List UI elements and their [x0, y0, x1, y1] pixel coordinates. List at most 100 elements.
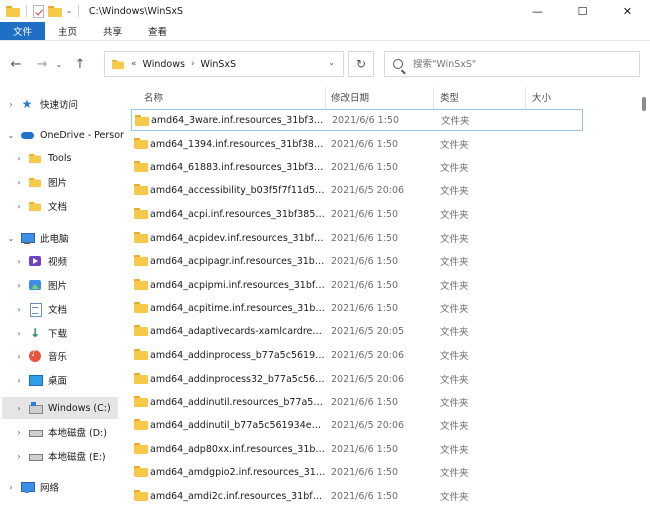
sidebar-item-label: 桌面	[48, 376, 68, 387]
overflow-crumb[interactable]: «	[131, 59, 137, 69]
address-dropdown-button[interactable]: ⌄	[328, 58, 335, 67]
table-row[interactable]: amd64_acpipmi.inf.resources_31bf38... 20…	[131, 274, 583, 296]
sidebar-item-quick-access[interactable]: › 快速访问	[0, 93, 125, 115]
table-row[interactable]: amd64_acpitime.inf.resources_31bf38... 2…	[131, 297, 583, 319]
close-button[interactable]: ✕	[605, 0, 650, 22]
folder-icon	[134, 373, 148, 384]
minimize-button[interactable]: —	[515, 0, 560, 22]
chevron-right-icon[interactable]: ›	[14, 178, 24, 187]
table-row[interactable]: amd64_addinprocess_b77a5c561934... 2021/…	[131, 344, 583, 366]
sidebar-item-label: 图片	[48, 178, 68, 189]
tab-share[interactable]: 共享	[90, 22, 135, 40]
search-icon	[393, 59, 403, 69]
search-box[interactable]	[384, 51, 640, 77]
address-bar[interactable]: « Windows › WinSxS ⌄	[104, 51, 344, 77]
column-header-type[interactable]: 类型	[440, 87, 459, 107]
sidebar-item-downloads[interactable]: › 下载	[0, 322, 125, 344]
chevron-right-icon[interactable]: ›	[14, 352, 24, 361]
column-header-name[interactable]: 名称	[144, 87, 163, 107]
table-row[interactable]: amd64_accessibility_b03f5f7f11d50a3... 2…	[131, 179, 583, 201]
chevron-right-icon[interactable]: ›	[191, 59, 195, 69]
sidebar-item-tools[interactable]: › Tools	[0, 147, 125, 169]
table-row[interactable]: amd64_amdgpio2.inf.resources_31bf... 202…	[131, 461, 583, 483]
chevron-right-icon[interactable]: ›	[14, 305, 24, 314]
sidebar-item-onedrive-documents[interactable]: › 文档	[0, 195, 125, 217]
table-row[interactable]: amd64_61883.inf.resources_31bf3856... 20…	[131, 156, 583, 178]
recent-locations-button[interactable]: ⌄	[53, 53, 65, 75]
table-row[interactable]: amd64_1394.inf.resources_31bf3856a... 20…	[131, 133, 583, 155]
new-folder-icon[interactable]	[48, 5, 62, 17]
table-row[interactable]: amd64_amdi2c.inf.resources_31bf385... 20…	[131, 485, 583, 505]
chevron-right-icon[interactable]: ›	[14, 154, 24, 163]
vertical-scrollbar[interactable]	[642, 97, 646, 111]
tab-view[interactable]: 查看	[135, 22, 180, 40]
sidebar-item-label: Tools	[48, 152, 72, 164]
up-button[interactable]: ↑	[69, 53, 91, 75]
tab-home[interactable]: 主页	[45, 22, 90, 40]
file-name: amd64_1394.inf.resources_31bf3856a...	[150, 138, 326, 150]
file-type: 文件夹	[440, 492, 469, 503]
chevron-right-icon[interactable]: ›	[14, 376, 24, 385]
file-type: 文件夹	[440, 351, 469, 362]
column-header-date[interactable]: 修改日期	[331, 87, 369, 107]
sidebar-item-documents[interactable]: › 文档	[0, 298, 125, 320]
sidebar-item-desktop[interactable]: › 桌面	[0, 369, 125, 391]
sidebar-item-label: 本地磁盘 (E:)	[48, 452, 106, 463]
table-row[interactable]: amd64_addinprocess32_b77a5c5619... 2021/…	[131, 368, 583, 390]
chevron-right-icon[interactable]: ›	[14, 257, 24, 266]
downloads-icon	[28, 327, 42, 339]
chevron-right-icon[interactable]: ›	[6, 483, 16, 492]
refresh-button[interactable]: ↻	[348, 51, 374, 77]
file-name: amd64_amdi2c.inf.resources_31bf385...	[150, 490, 326, 502]
table-row[interactable]: amd64_adaptivecards-xamlcardrend... 2021…	[131, 320, 583, 342]
chevron-right-icon[interactable]: ›	[14, 202, 24, 211]
back-button[interactable]: ←	[5, 53, 27, 75]
chevron-down-icon[interactable]: ⌄	[6, 234, 16, 243]
column-divider[interactable]	[433, 87, 434, 109]
sidebar-item-windows-c[interactable]: › Windows (C:)	[2, 397, 118, 419]
sidebar-item-onedrive[interactable]: ⌄ OneDrive - Persor	[0, 124, 125, 146]
table-row[interactable]: amd64_3ware.inf.resources_31bf3856... 20…	[131, 109, 583, 131]
search-input[interactable]	[413, 58, 613, 70]
folder-icon	[134, 490, 148, 501]
tab-file[interactable]: 文件	[0, 22, 46, 40]
table-row[interactable]: amd64_addinutil_b77a5c561934e089_... 202…	[131, 414, 583, 436]
chevron-down-icon[interactable]: ⌄	[6, 131, 16, 140]
chevron-right-icon[interactable]: ›	[14, 428, 24, 437]
column-divider[interactable]	[325, 87, 326, 109]
chevron-right-icon[interactable]: ›	[14, 404, 24, 413]
table-row[interactable]: amd64_adp80xx.inf.resources_31bf38... 20…	[131, 438, 583, 460]
folder-icon	[134, 396, 148, 407]
window-controls: — ☐ ✕	[515, 0, 650, 22]
chevron-right-icon[interactable]: ›	[14, 329, 24, 338]
table-row[interactable]: amd64_acpipagr.inf.resources_31bf3... 20…	[131, 250, 583, 272]
sidebar-item-this-pc[interactable]: ⌄ 此电脑	[0, 227, 125, 249]
videos-icon	[28, 255, 42, 267]
file-name: amd64_addinprocess_b77a5c561934...	[150, 349, 326, 361]
sidebar-item-network[interactable]: › 网络	[0, 476, 125, 498]
forward-button[interactable]: →	[31, 53, 53, 75]
table-row[interactable]: amd64_acpidev.inf.resources_31bf38... 20…	[131, 227, 583, 249]
sidebar-item-disk-e[interactable]: › 本地磁盘 (E:)	[0, 445, 125, 467]
file-type: 文件夹	[440, 140, 469, 151]
customize-toolbar-icon[interactable]: ⌄	[66, 7, 72, 15]
breadcrumb-winsxs[interactable]: WinSxS	[201, 59, 237, 70]
chevron-right-icon[interactable]: ›	[14, 281, 24, 290]
maximize-button[interactable]: ☐	[560, 0, 605, 22]
sidebar-item-disk-d[interactable]: › 本地磁盘 (D:)	[0, 421, 125, 443]
toolbar-divider	[26, 5, 27, 17]
column-divider[interactable]	[525, 87, 526, 109]
breadcrumb-windows[interactable]: Windows	[143, 59, 185, 70]
chevron-right-icon[interactable]: ›	[14, 452, 24, 461]
sidebar-item-pictures[interactable]: › 图片	[0, 274, 125, 296]
properties-icon[interactable]	[33, 4, 44, 18]
sidebar-item-videos[interactable]: › 视频	[0, 250, 125, 272]
chevron-right-icon[interactable]: ›	[6, 100, 16, 109]
folder-icon	[134, 443, 148, 454]
sidebar-item-music[interactable]: › 音乐	[0, 345, 125, 367]
table-row[interactable]: amd64_addinutil.resources_b77a5c56... 20…	[131, 391, 583, 413]
sidebar-item-onedrive-pictures[interactable]: › 图片	[0, 171, 125, 193]
table-row[interactable]: amd64_acpi.inf.resources_31bf3856a... 20…	[131, 203, 583, 225]
column-header-size[interactable]: 大小	[532, 87, 551, 107]
computer-icon	[20, 232, 35, 244]
